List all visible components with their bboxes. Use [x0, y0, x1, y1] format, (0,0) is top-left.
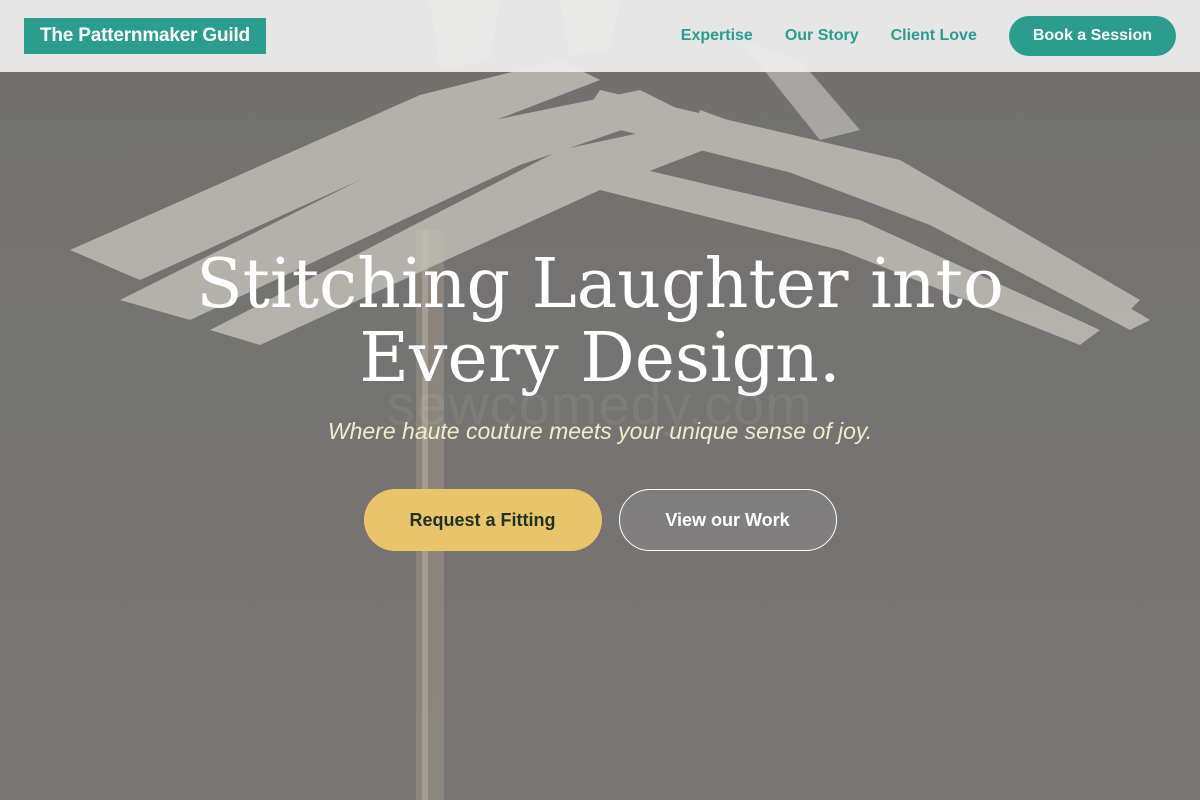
nav-link-our-story[interactable]: Our Story	[785, 27, 859, 45]
hero-subtitle: Where haute couture meets your unique se…	[327, 418, 873, 444]
hero-title-line-2: Every Design.	[359, 319, 841, 398]
view-work-button[interactable]: View our Work	[618, 489, 837, 551]
site-header: The Patternmaker Guild Expertise Our Sto…	[0, 0, 1200, 72]
hero-section: sewcomedy.com Stitching Laughter into Ev…	[0, 0, 1200, 800]
book-session-button[interactable]: Book a Session	[1008, 16, 1176, 56]
hero-title-line-1: Stitching Laughter into	[196, 245, 1004, 324]
hero-title: Stitching Laughter into Every Design.	[0, 248, 1200, 396]
site-logo[interactable]: The Patternmaker Guild	[24, 18, 266, 54]
nav-link-client-love[interactable]: Client Love	[891, 27, 977, 45]
main-nav: Expertise Our Story Client Love Book a S…	[649, 16, 1176, 56]
request-fitting-button[interactable]: Request a Fitting	[363, 489, 602, 551]
nav-link-expertise[interactable]: Expertise	[681, 27, 753, 45]
hero-actions: Request a Fitting View our Work	[0, 489, 1200, 551]
